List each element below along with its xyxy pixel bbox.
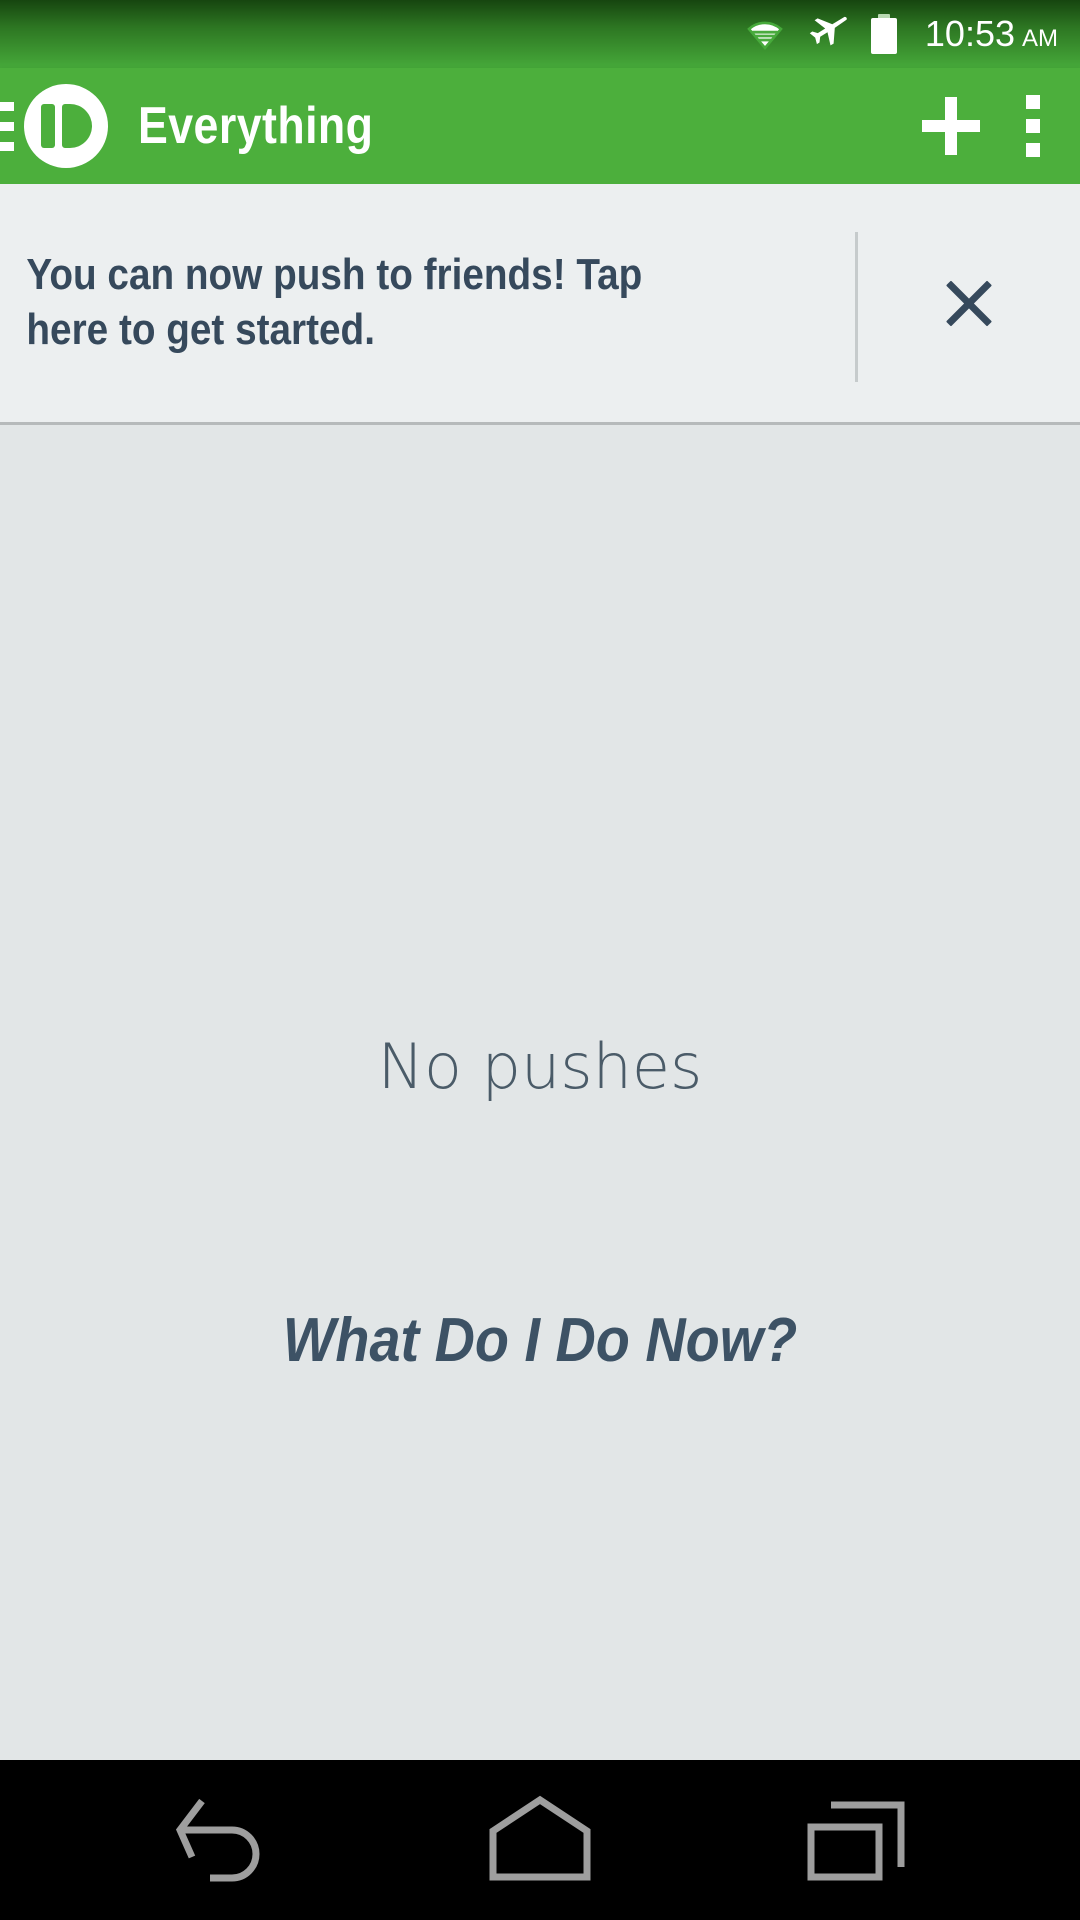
status-icons: 10:53 AM <box>745 13 1058 55</box>
back-icon <box>170 1795 270 1885</box>
status-bar-clock: 10:53 AM <box>925 13 1058 55</box>
close-icon[interactable] <box>941 275 997 331</box>
promo-title[interactable]: What Do I Do Now? <box>54 1305 1026 1376</box>
page-title: Everything <box>138 97 374 155</box>
overflow-menu-icon[interactable] <box>1026 95 1040 157</box>
action-bar-actions <box>922 95 1040 157</box>
home-icon <box>485 1795 595 1885</box>
recents-button[interactable] <box>775 1760 945 1920</box>
empty-state-label: No pushes <box>377 1030 703 1103</box>
promo-banner[interactable]: You can now push to friends! Tap here to… <box>0 184 1080 425</box>
promo-banner-message[interactable]: You can now push to friends! Tap here to… <box>0 184 752 422</box>
clock-time: 10:53 <box>924 13 1015 54</box>
hamburger-menu-icon[interactable] <box>0 96 14 156</box>
banner-close-button[interactable] <box>858 184 1080 422</box>
back-button[interactable] <box>135 1760 305 1920</box>
clock-meridiem: AM <box>1022 25 1058 52</box>
recents-icon <box>805 1795 915 1885</box>
airplane-mode-icon <box>807 15 849 53</box>
home-button[interactable] <box>455 1760 625 1920</box>
phone-screen: 10:53 AM Everything You can now push to … <box>0 0 1080 1920</box>
wifi-icon <box>745 18 785 50</box>
status-bar: 10:53 AM <box>0 0 1080 68</box>
android-navigation-bar <box>0 1760 1080 1920</box>
plus-icon[interactable] <box>922 97 980 155</box>
action-bar: Everything <box>0 68 1080 184</box>
main-content: No pushes What Do I Do Now? <box>0 425 1080 1760</box>
battery-icon <box>870 14 897 54</box>
pushbullet-logo-icon <box>24 84 108 168</box>
